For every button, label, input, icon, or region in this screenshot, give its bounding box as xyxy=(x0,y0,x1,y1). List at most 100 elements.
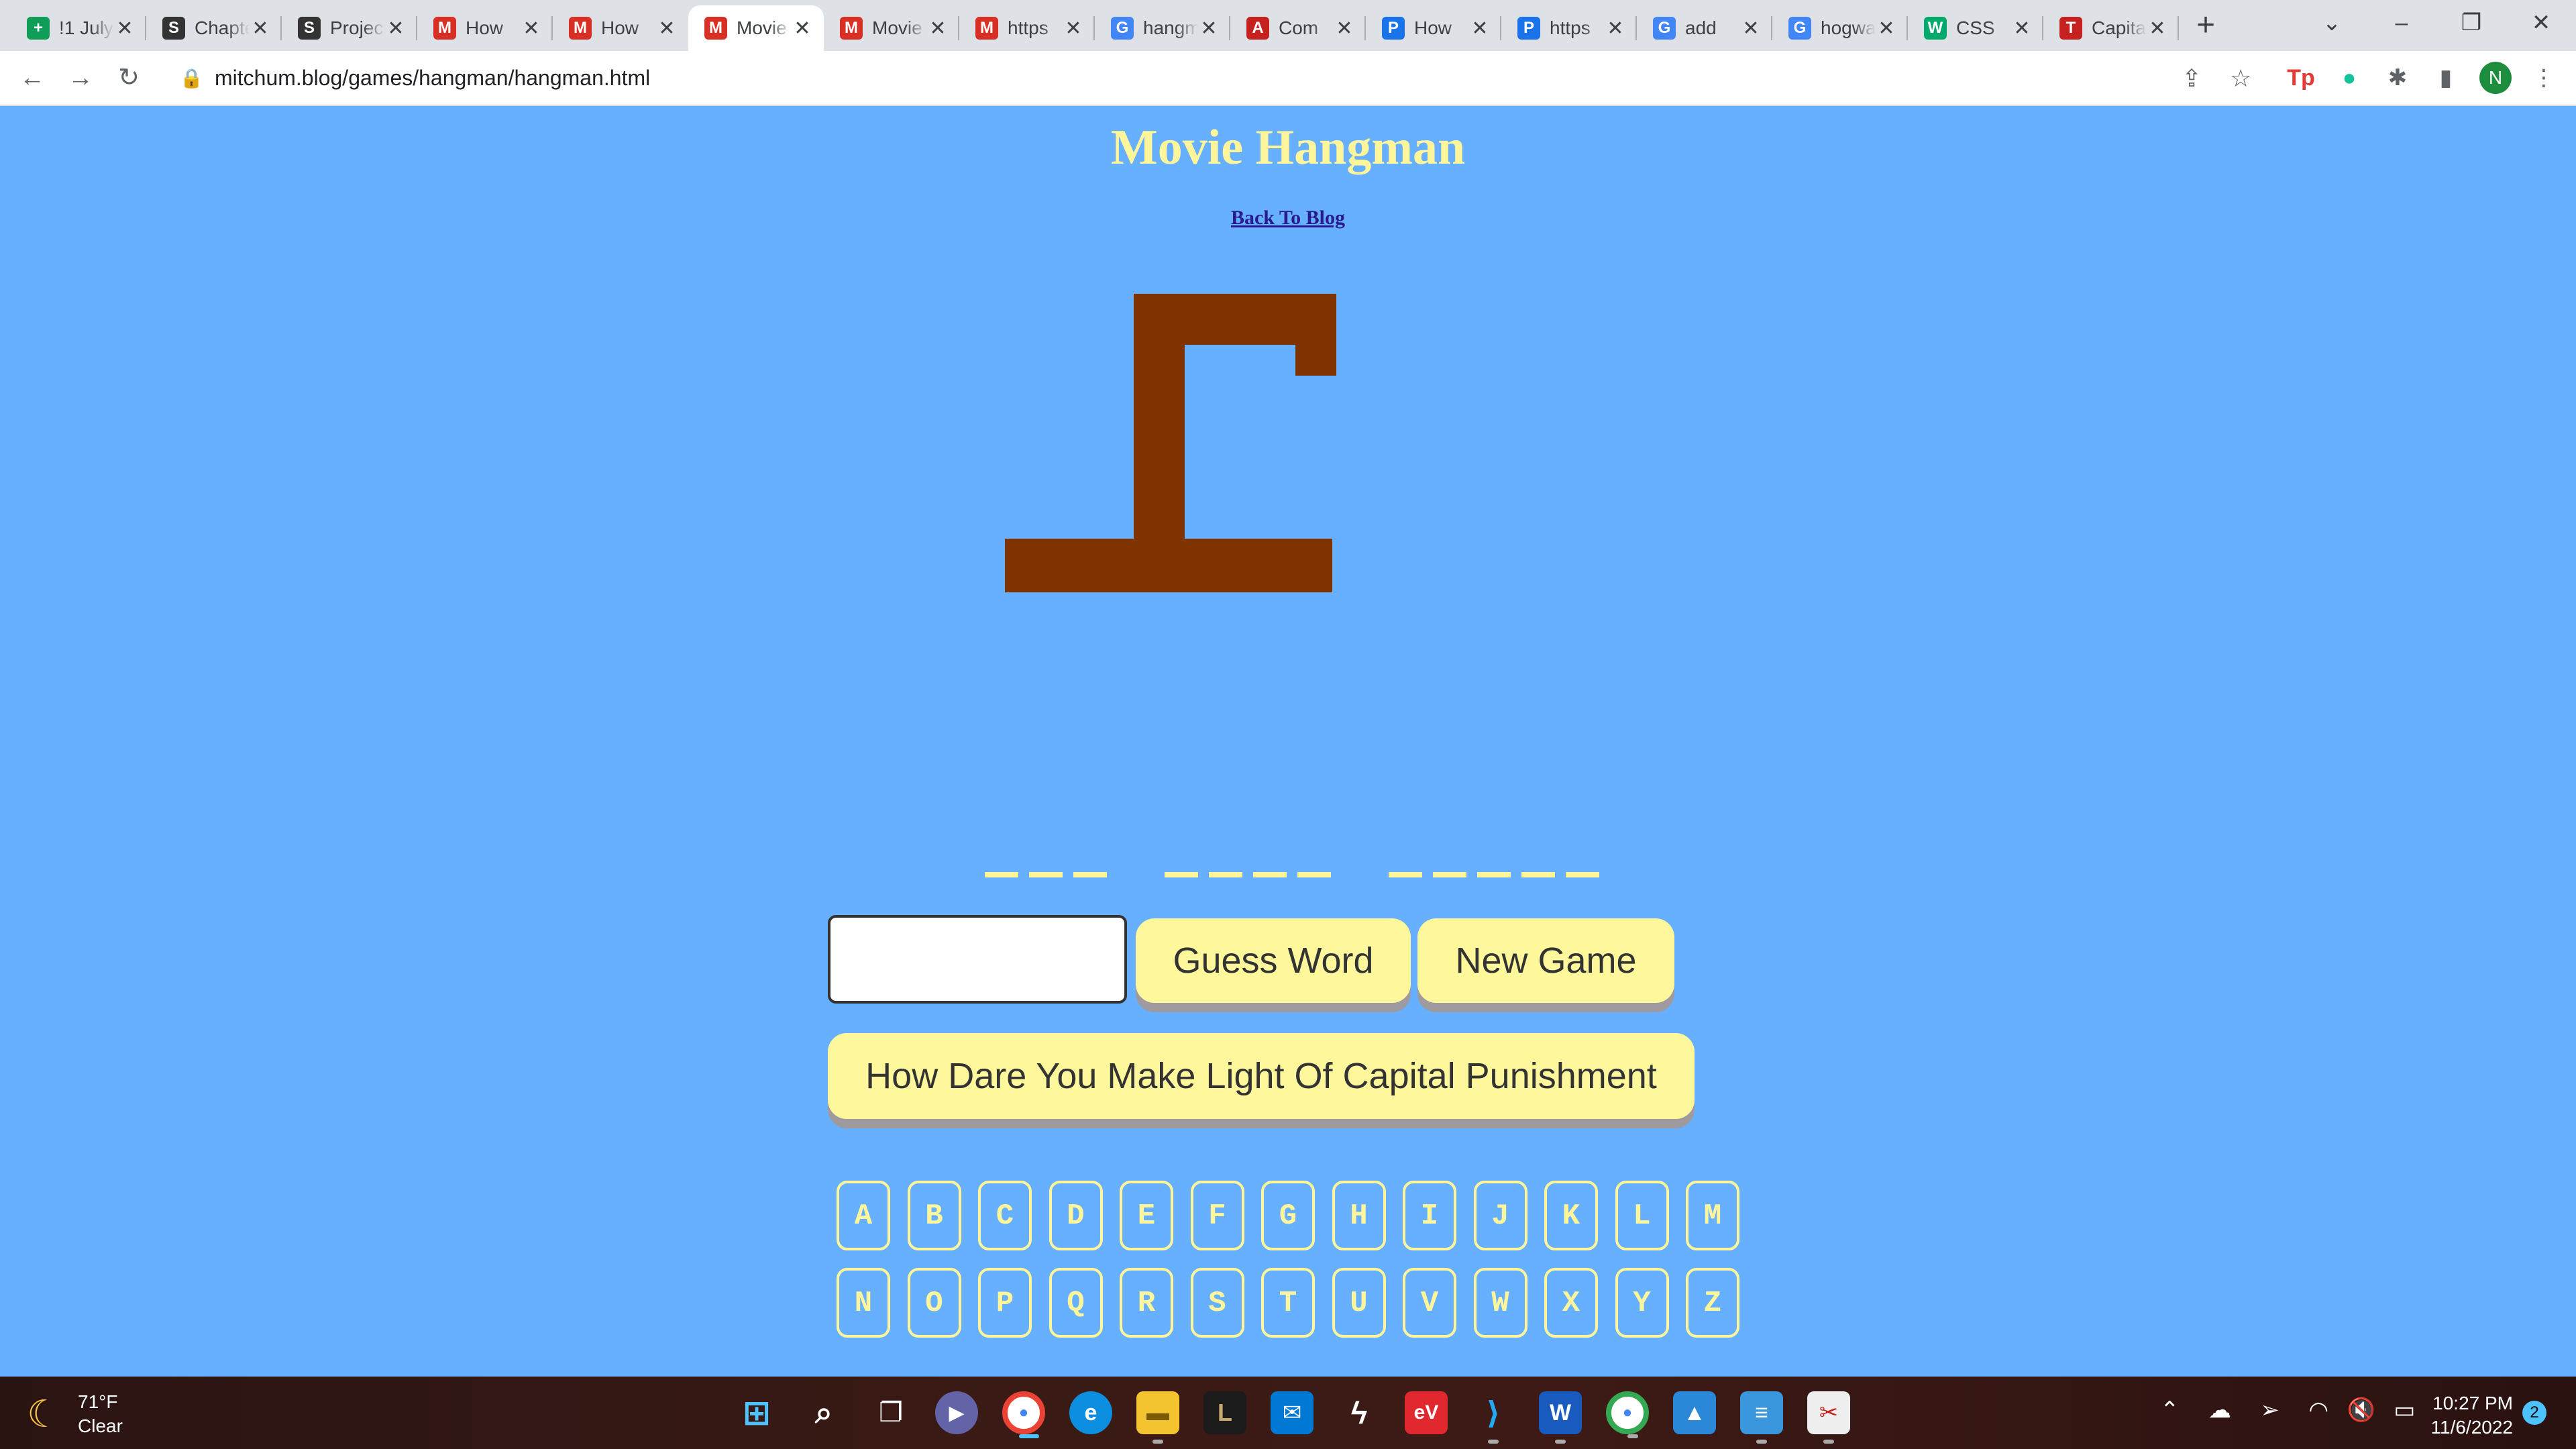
tab-close-icon[interactable]: ✕ xyxy=(1469,17,1491,40)
letter-button-l[interactable]: L xyxy=(1615,1181,1669,1250)
browser-tab[interactable]: Gadd ✕ xyxy=(1637,5,1772,51)
tab-close-icon[interactable]: ✕ xyxy=(1063,17,1084,40)
onedrive-icon[interactable]: ☁ xyxy=(2208,1397,2231,1423)
back-arrow-icon[interactable]: ← xyxy=(15,60,50,95)
notification-badge[interactable]: 2 xyxy=(2522,1401,2546,1425)
letter-button-o[interactable]: O xyxy=(907,1268,961,1338)
chrome-icon[interactable]: ● xyxy=(1002,1391,1045,1438)
tab-close-icon[interactable]: ✕ xyxy=(2011,17,2033,40)
guess-word-input[interactable] xyxy=(828,915,1127,1004)
edge-icon[interactable]: e xyxy=(1069,1391,1112,1434)
tab-search-icon[interactable]: ⌄ xyxy=(2305,5,2359,40)
browser-tab[interactable]: P How ✕ xyxy=(1366,5,1501,51)
taskbar-clock[interactable]: 10:27 PM 11/6/2022 xyxy=(2422,1391,2514,1440)
new-game-button[interactable]: New Game xyxy=(1417,918,1674,1003)
browser-tab[interactable]: Ghogwarts✕ xyxy=(1772,5,1908,51)
word-icon[interactable]: W xyxy=(1539,1391,1582,1444)
letter-button-y[interactable]: Y xyxy=(1615,1268,1669,1338)
letter-button-d[interactable]: D xyxy=(1049,1181,1103,1250)
new-tab-button[interactable]: + xyxy=(2190,7,2222,44)
letter-button-m[interactable]: M xyxy=(1686,1181,1739,1250)
extension-tp-icon[interactable]: Tp xyxy=(2284,60,2318,95)
letter-button-b[interactable]: B xyxy=(907,1181,961,1250)
start-windows-icon[interactable]: ⊞ xyxy=(735,1391,778,1434)
battery-icon[interactable]: ▭ xyxy=(2394,1397,2415,1423)
letter-button-q[interactable]: Q xyxy=(1049,1268,1103,1338)
minimize-button[interactable]: – xyxy=(2375,5,2428,40)
reload-icon[interactable]: ↻ xyxy=(111,60,146,95)
browser-tab[interactable]: Mhttps ✕ xyxy=(959,5,1095,51)
notepad-icon[interactable]: ≡ xyxy=(1740,1391,1783,1444)
search-icon[interactable]: ⌕ xyxy=(802,1391,845,1434)
letter-button-h[interactable]: H xyxy=(1332,1181,1386,1250)
weather-widget[interactable]: ☾ 71°F Clear xyxy=(27,1390,123,1438)
league-of-legends-icon[interactable]: L xyxy=(1203,1391,1246,1434)
tab-close-icon[interactable]: ✕ xyxy=(792,17,813,40)
teams-chat-icon[interactable]: ▶ xyxy=(935,1391,978,1434)
letter-button-k[interactable]: K xyxy=(1544,1181,1598,1250)
tab-close-icon[interactable]: ✕ xyxy=(385,17,407,40)
browser-tab[interactable]: Phttps ✕ xyxy=(1501,5,1637,51)
browser-tab[interactable]: M Movie ✕ xyxy=(688,5,824,51)
tab-close-icon[interactable]: ✕ xyxy=(250,17,271,40)
letter-button-u[interactable]: U xyxy=(1332,1268,1386,1338)
guess-word-button[interactable]: Guess Word xyxy=(1136,918,1411,1003)
hint-button[interactable]: How Dare You Make Light Of Capital Punis… xyxy=(828,1033,1695,1119)
letter-button-i[interactable]: I xyxy=(1403,1181,1456,1250)
letter-button-p[interactable]: P xyxy=(978,1268,1032,1338)
tab-close-icon[interactable]: ✕ xyxy=(1605,17,1626,40)
tray-chevron-icon[interactable]: ⌃ xyxy=(2160,1397,2180,1423)
letter-button-r[interactable]: R xyxy=(1120,1268,1173,1338)
chrome-alt-icon[interactable]: ● xyxy=(1606,1391,1649,1438)
letter-button-t[interactable]: T xyxy=(1261,1268,1315,1338)
volume-muted-icon[interactable]: 🔇 xyxy=(2347,1397,2375,1423)
letter-button-x[interactable]: X xyxy=(1544,1268,1598,1338)
browser-tab[interactable]: S Project ✕ xyxy=(282,5,417,51)
letter-button-e[interactable]: E xyxy=(1120,1181,1173,1250)
menu-kebab-icon[interactable]: ⋮ xyxy=(2526,60,2561,95)
extensions-puzzle-icon[interactable]: ✱ xyxy=(2380,60,2415,95)
photos-icon[interactable]: ▲ xyxy=(1673,1391,1716,1434)
letter-button-v[interactable]: V xyxy=(1403,1268,1456,1338)
side-panel-icon[interactable]: ▮ xyxy=(2428,60,2463,95)
bookmark-star-icon[interactable]: ☆ xyxy=(2230,64,2251,93)
tab-close-icon[interactable]: ✕ xyxy=(2147,17,2168,40)
letter-button-c[interactable]: C xyxy=(978,1181,1032,1250)
browser-tab[interactable]: M Movie ✕ xyxy=(824,5,959,51)
snipping-tool-icon[interactable]: ✂ xyxy=(1807,1391,1850,1444)
url-text[interactable]: mitchum.blog/games/hangman/hangman.html xyxy=(215,66,650,91)
letter-button-z[interactable]: Z xyxy=(1686,1268,1739,1338)
grammarly-icon[interactable]: ● xyxy=(2332,60,2367,95)
letter-button-j[interactable]: J xyxy=(1473,1181,1527,1250)
tab-close-icon[interactable]: ✕ xyxy=(114,17,136,40)
browser-tab[interactable]: M How ✕ xyxy=(417,5,553,51)
letter-button-s[interactable]: S xyxy=(1190,1268,1244,1338)
close-window-button[interactable]: ✕ xyxy=(2514,5,2568,40)
browser-tab[interactable]: T Capital ✕ xyxy=(2043,5,2179,51)
expressvpn-icon[interactable]: eV xyxy=(1405,1391,1448,1434)
browser-tab[interactable]: S Chapter✕ xyxy=(146,5,282,51)
browser-tab[interactable]: Ghangman✕ xyxy=(1095,5,1230,51)
tab-close-icon[interactable]: ✕ xyxy=(1740,17,1762,40)
profile-avatar[interactable]: N xyxy=(2479,62,2512,94)
location-icon[interactable]: ➢ xyxy=(2260,1397,2279,1423)
browser-tab[interactable]: M How ✕ xyxy=(553,5,688,51)
browser-tab[interactable]: W CSS ✕ xyxy=(1908,5,2043,51)
wifi-icon[interactable]: ◠ xyxy=(2308,1397,2328,1423)
browser-tab[interactable]: A Com ✕ xyxy=(1230,5,1366,51)
vscode-icon[interactable]: ⟩ xyxy=(1472,1391,1515,1444)
address-bar[interactable]: 🔒 mitchum.blog/games/hangman/hangman.htm… xyxy=(164,58,2270,98)
lightning-app-icon[interactable]: ϟ xyxy=(1338,1391,1381,1434)
tab-close-icon[interactable]: ✕ xyxy=(927,17,949,40)
file-explorer-icon[interactable]: ▬ xyxy=(1136,1391,1179,1444)
tab-close-icon[interactable]: ✕ xyxy=(521,17,542,40)
back-to-blog-link[interactable]: Back To Blog xyxy=(1231,207,1345,229)
browser-tab[interactable]: + !1 July ✕ xyxy=(11,5,146,51)
tab-close-icon[interactable]: ✕ xyxy=(1334,17,1355,40)
tab-close-icon[interactable]: ✕ xyxy=(1876,17,1897,40)
letter-button-f[interactable]: F xyxy=(1190,1181,1244,1250)
letter-button-n[interactable]: N xyxy=(837,1268,890,1338)
task-view-icon[interactable]: ❐ xyxy=(869,1391,912,1434)
mail-icon[interactable]: ✉ xyxy=(1271,1391,1313,1434)
tab-close-icon[interactable]: ✕ xyxy=(1198,17,1220,40)
